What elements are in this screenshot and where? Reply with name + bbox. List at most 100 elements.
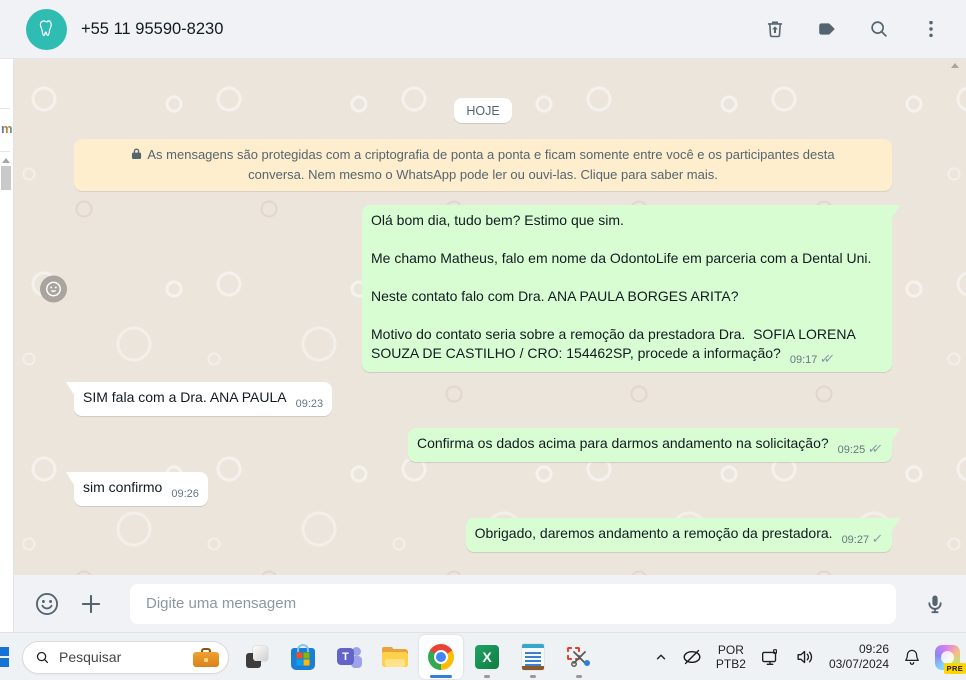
double-check-icon: ✓✓	[819, 351, 837, 366]
outgoing-message-bubble[interactable]: Olá bom dia, tudo bem? Estimo que sim. M…	[362, 205, 892, 372]
tray-chevron-button[interactable]	[654, 650, 668, 664]
divider	[0, 108, 10, 109]
plus-icon	[81, 594, 101, 613]
active-app-indicator	[430, 675, 452, 678]
message-time: 09:27	[841, 534, 870, 546]
message-meta: 09:23	[296, 395, 324, 414]
message-time: 09:25	[837, 444, 866, 456]
teams-icon: T	[337, 645, 362, 669]
message-row: Olá bom dia, tudo bem? Estimo que sim. M…	[40, 205, 892, 372]
double-check-icon: ✓✓	[867, 441, 885, 456]
cast-screen-button[interactable]	[759, 646, 781, 668]
running-app-indicator	[484, 675, 490, 678]
kebab-menu-icon	[929, 20, 933, 38]
chat-menu-button[interactable]	[918, 16, 944, 42]
clock-time: 09:26	[858, 642, 889, 656]
copilot-button[interactable]: PRE	[935, 644, 966, 674]
lock-icon	[132, 148, 142, 160]
background-window-sliver: m	[0, 59, 14, 632]
message-meta: 09:27 ✓	[841, 529, 885, 550]
voice-message-button[interactable]	[922, 591, 948, 617]
encryption-notice-text: As mensagens são protegidas com a cripto…	[147, 147, 835, 182]
message-meta: 09:17 ✓✓	[789, 349, 837, 370]
start-button[interactable]	[0, 647, 9, 667]
clock-date: 03/07/2024	[828, 657, 889, 671]
search-icon	[36, 651, 49, 663]
notepad-button[interactable]	[511, 635, 555, 679]
message-text: Motivo do contato seria sobre a remoção …	[371, 326, 859, 361]
copilot-preview-badge: PRE	[943, 662, 966, 674]
incoming-message-bubble[interactable]: SIM fala com a Dra. ANA PAULA 09:23	[74, 382, 333, 416]
contact-avatar[interactable]	[26, 8, 67, 50]
running-app-indicator	[576, 675, 582, 678]
chevron-up-icon	[656, 654, 666, 660]
snipping-tool-icon	[567, 645, 591, 669]
background-text-fragment: m	[1, 121, 13, 136]
windows-taskbar: Pesquisar T X POR PTB2 09:26 03/07/2024 …	[0, 632, 966, 680]
emoji-button[interactable]	[34, 591, 60, 617]
language-indicator[interactable]: POR PTB2	[716, 643, 746, 671]
microsoft-store-icon	[291, 643, 315, 670]
chrome-button[interactable]	[419, 635, 463, 679]
excel-button[interactable]: X	[465, 635, 509, 679]
encryption-notice-banner[interactable]: As mensagens são protegidas com a cripto…	[74, 139, 892, 191]
whatsapp-desktop-screen: m +55 11 95590-8230 HOJE As mensagens sã…	[0, 0, 966, 680]
contact-phone-number[interactable]: +55 11 95590-8230	[81, 20, 223, 39]
message-text: SIM fala com a Dra. ANA PAULA	[83, 389, 287, 405]
message-meta: 09:25 ✓✓	[837, 439, 885, 460]
date-divider: HOJE	[454, 98, 512, 123]
conversation-header: +55 11 95590-8230	[0, 0, 966, 59]
chat-message-area: HOJE As mensagens são protegidas com a c…	[14, 59, 966, 576]
search-in-chat-button[interactable]	[866, 16, 892, 42]
onedrive-paused-button[interactable]	[681, 646, 703, 668]
outgoing-message-bubble[interactable]: Obrigado, daremos andamento a remoção da…	[465, 518, 892, 552]
language-line2: PTB2	[715, 657, 746, 671]
microsoft-store-button[interactable]	[281, 635, 325, 679]
file-explorer-icon	[382, 647, 408, 667]
message-row: Confirma os dados acima para darmos anda…	[74, 428, 892, 462]
label-chat-button[interactable]	[814, 16, 840, 42]
chat-scrollbar-up-arrow-icon[interactable]	[951, 63, 959, 68]
teams-button[interactable]: T	[327, 635, 371, 679]
bell-icon	[905, 649, 919, 665]
scrollbar-up-arrow-icon[interactable]	[2, 158, 10, 163]
react-button[interactable]	[40, 275, 67, 302]
message-composer-bar	[14, 575, 966, 632]
task-view-button[interactable]	[235, 635, 279, 679]
search-highlight-briefcase-icon[interactable]	[193, 647, 219, 667]
message-text: Obrigado, daremos andamento a remoção da…	[474, 525, 833, 541]
delete-chat-button[interactable]	[762, 16, 788, 42]
file-explorer-button[interactable]	[373, 635, 417, 679]
volume-button[interactable]	[794, 646, 816, 668]
emoji-smiley-icon	[36, 592, 58, 615]
message-row: sim confirmo 09:26	[74, 472, 892, 506]
message-text: sim confirmo	[83, 479, 163, 495]
outgoing-message-bubble[interactable]: Confirma os dados acima para darmos anda…	[407, 428, 892, 462]
message-paragraph: Neste contato falo com Dra. ANA PAULA BO…	[371, 288, 739, 304]
message-row: SIM fala com a Dra. ANA PAULA 09:23	[74, 382, 892, 416]
snipping-tool-button[interactable]	[557, 635, 601, 679]
incoming-message-bubble[interactable]: sim confirmo 09:26	[74, 472, 208, 506]
task-view-icon	[246, 646, 268, 668]
message-meta: 09:26	[171, 485, 199, 504]
attach-button[interactable]	[78, 591, 104, 617]
message-paragraph: Motivo do contato seria sobre a remoção …	[371, 325, 883, 366]
monitor-cast-icon	[761, 649, 777, 666]
message-paragraph: Olá bom dia, tudo bem? Estimo que sim.	[371, 212, 624, 228]
message-time: 09:23	[295, 398, 324, 410]
label-tag-icon	[819, 23, 835, 35]
notifications-button[interactable]	[902, 647, 922, 667]
taskbar-search[interactable]: Pesquisar	[22, 640, 229, 674]
chrome-icon	[428, 644, 454, 670]
message-input[interactable]	[130, 583, 896, 624]
single-check-icon: ✓	[871, 531, 885, 546]
taskbar-clock[interactable]: 09:26 03/07/2024	[829, 642, 889, 672]
message-time: 09:26	[171, 488, 199, 500]
speaker-icon	[797, 650, 813, 664]
language-line1: POR	[717, 643, 744, 657]
message-time: 09:17	[789, 354, 818, 366]
search-icon	[871, 21, 887, 37]
microphone-icon	[928, 595, 942, 613]
excel-icon: X	[475, 645, 499, 669]
scrollbar-thumb[interactable]	[1, 166, 11, 190]
